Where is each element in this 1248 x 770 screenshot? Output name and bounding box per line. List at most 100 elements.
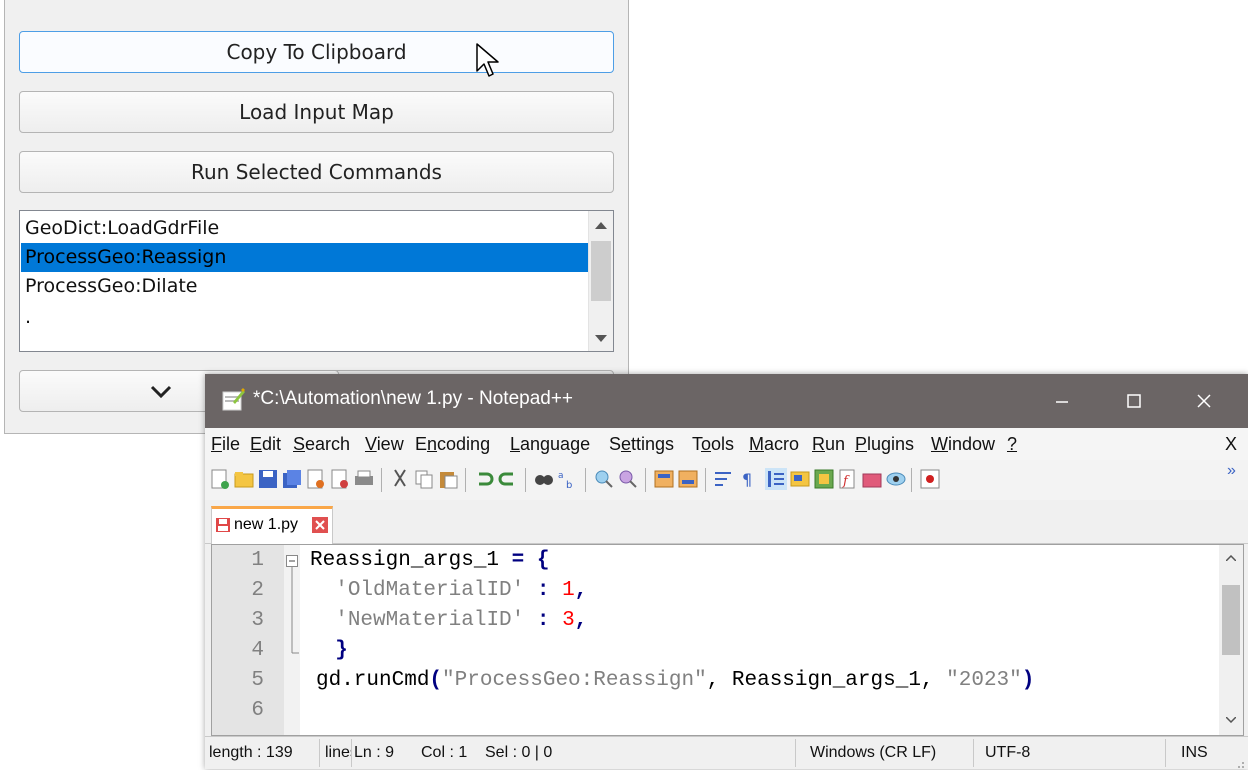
scroll-up-arrow-icon[interactable] (595, 221, 607, 229)
list-item[interactable]: GeoDict:LoadGdrFile (21, 214, 588, 243)
paste-icon[interactable] (437, 468, 459, 490)
scroll-up-arrow-icon[interactable] (1226, 555, 1236, 561)
new-file-icon[interactable] (209, 468, 231, 490)
command-list[interactable]: GeoDict:LoadGdrFile ProcessGeo:Reassign … (19, 210, 614, 352)
unsaved-file-icon (216, 518, 230, 532)
fold-collapse-icon[interactable] (286, 555, 298, 567)
status-lines-clip: lines : 9 (325, 737, 351, 770)
undo-icon[interactable] (473, 468, 495, 490)
menu-tools[interactable]: Tools (692, 434, 734, 455)
toolbar-separator (465, 468, 466, 492)
tab-new-1-py[interactable]: new 1.py (211, 506, 333, 544)
folder-as-workspace-icon[interactable] (861, 468, 883, 490)
open-file-icon[interactable] (233, 468, 255, 490)
load-input-map-button[interactable]: Load Input Map (19, 91, 614, 133)
run-selected-commands-button[interactable]: Run Selected Commands (19, 151, 614, 193)
redo-icon[interactable] (497, 468, 519, 490)
fold-line (291, 567, 299, 654)
minimize-button[interactable] (1029, 374, 1095, 428)
maximize-button[interactable] (1101, 374, 1167, 428)
copy-icon[interactable] (413, 468, 435, 490)
code-operator: = (499, 549, 537, 572)
toolbar-overflow-icon[interactable]: » (1227, 462, 1236, 480)
menu-settings[interactable]: Settings (609, 434, 674, 455)
document-map-icon[interactable] (813, 468, 835, 490)
menu-run[interactable]: Run (812, 434, 845, 455)
code-identifier: , Reassign_args_1, (706, 669, 947, 692)
list-item[interactable]: . (21, 303, 588, 332)
status-encoding[interactable]: UTF-8 (985, 744, 1030, 762)
menu-file[interactable]: File (211, 434, 240, 455)
menu-view[interactable]: View (365, 434, 404, 455)
sync-vertical-icon[interactable] (653, 468, 675, 490)
code-number: 3 (562, 609, 575, 632)
code-string: "ProcessGeo:Reassign" (442, 669, 707, 692)
scroll-down-arrow-icon[interactable] (595, 335, 607, 343)
status-eol[interactable]: Windows (CR LF) (810, 744, 936, 762)
menu-window[interactable]: Window (931, 434, 995, 455)
status-column: Col : 1 (421, 744, 468, 761)
status-separator (319, 739, 320, 767)
status-insert-mode[interactable]: INS (1181, 744, 1208, 762)
code-line-1: Reassign_args_1 = { (310, 549, 549, 572)
indent-guide-icon[interactable] (765, 468, 787, 490)
svg-text:b: b (566, 480, 572, 490)
menu-edit[interactable]: Edit (250, 434, 281, 455)
code-editor[interactable]: 1 2 3 4 5 6 Reassign_args_1 = { 'OldMate… (211, 544, 1244, 736)
menu-search[interactable]: Search (293, 434, 350, 455)
monitoring-icon[interactable] (885, 468, 907, 490)
menu-language[interactable]: Language (510, 434, 590, 455)
menu-macro[interactable]: Macro (749, 434, 799, 455)
list-scrollbar[interactable] (588, 211, 613, 351)
zoom-in-icon[interactable] (593, 468, 615, 490)
title-bar[interactable]: *C:\Automation\new 1.py - Notepad++ (205, 374, 1248, 428)
svg-text:a: a (558, 471, 564, 481)
menu-plugins[interactable]: Plugins (855, 434, 914, 455)
find-icon[interactable] (533, 468, 555, 490)
close-tab-icon[interactable] (312, 517, 328, 533)
word-wrap-icon[interactable] (713, 468, 735, 490)
status-separator (795, 739, 796, 767)
macro-panel: Copy To Clipboard Load Input Map Run Sel… (4, 0, 629, 434)
line-number-gutter: 1 2 3 4 5 6 (212, 545, 284, 735)
menu-encoding[interactable]: Encoding (415, 434, 490, 455)
save-all-icon[interactable] (281, 468, 303, 490)
code-identifier: Reassign_args_1 (310, 549, 500, 572)
maximize-icon (1127, 394, 1141, 408)
line-number: 6 (251, 699, 264, 722)
minimize-icon (1056, 401, 1068, 403)
status-lines: lines : 9 (325, 744, 351, 761)
code-number: 1 (562, 579, 575, 602)
function-list-icon[interactable]: f (837, 468, 859, 490)
code-line-5: gd.runCmd("ProcessGeo:Reassign", Reassig… (316, 669, 1034, 692)
scroll-down-arrow-icon[interactable] (1226, 717, 1236, 723)
resize-grip-icon[interactable] (1233, 757, 1245, 769)
menu-close-document[interactable]: X (1225, 434, 1237, 455)
code-brace: { (536, 549, 550, 572)
cut-icon[interactable] (389, 468, 411, 490)
list-item-selected[interactable]: ProcessGeo:Reassign (21, 243, 588, 272)
menu-help[interactable]: ? (1007, 434, 1017, 455)
zoom-out-icon[interactable] (617, 468, 639, 490)
editor-scrollbar[interactable] (1219, 545, 1243, 735)
replace-icon[interactable]: ab (557, 468, 579, 490)
sync-horizontal-icon[interactable] (677, 468, 699, 490)
line-number: 1 (251, 549, 264, 572)
toolbar-separator (911, 468, 912, 492)
list-item[interactable]: ProcessGeo:Dilate (21, 272, 588, 301)
toolbar-separator (525, 468, 526, 492)
copy-to-clipboard-button[interactable]: Copy To Clipboard (19, 31, 614, 73)
record-macro-icon[interactable] (919, 468, 941, 490)
user-language-icon[interactable] (789, 468, 811, 490)
status-selection: Sel : 0 | 0 (485, 744, 553, 761)
editor-scroll-thumb[interactable] (1222, 585, 1240, 655)
list-scroll-thumb[interactable] (591, 241, 611, 301)
close-file-icon[interactable] (305, 468, 327, 490)
print-icon[interactable] (353, 468, 375, 490)
close-button[interactable] (1171, 374, 1237, 428)
show-all-characters-icon[interactable]: ¶ (737, 468, 759, 490)
toolbar-separator (381, 468, 382, 492)
close-all-icon[interactable] (329, 468, 351, 490)
code-string: "2023" (946, 669, 1022, 692)
save-icon[interactable] (257, 468, 279, 490)
